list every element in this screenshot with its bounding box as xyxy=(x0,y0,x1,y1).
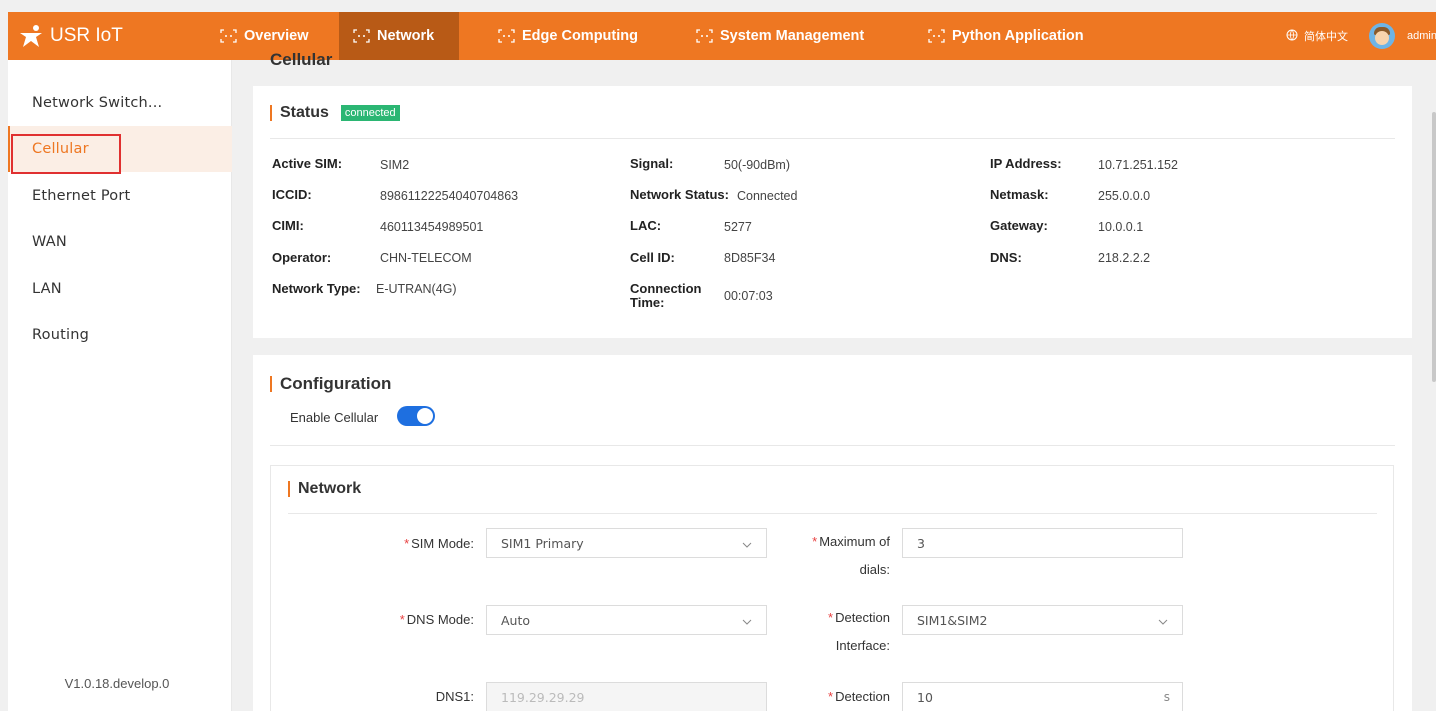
status-value: 10.71.251.152 xyxy=(1098,158,1178,172)
max-dials-label: * Maximum of dials: xyxy=(812,534,890,577)
nav-network[interactable]: Network xyxy=(339,12,459,60)
configuration-title: Configuration xyxy=(280,374,392,393)
chevron-down-icon xyxy=(742,538,752,553)
status-value: 50(-90dBm) xyxy=(724,158,790,172)
usr-logo-icon xyxy=(18,24,44,48)
nav-edge-computing[interactable]: Edge Computing xyxy=(498,12,638,60)
detection-interface-select[interactable]: SIM1&SIM2 xyxy=(902,605,1183,635)
username[interactable]: admin xyxy=(1407,12,1436,60)
sim-mode-select[interactable]: SIM1 Primary xyxy=(486,528,767,558)
nav-network-label: Network xyxy=(377,28,435,44)
enable-cellular-toggle[interactable] xyxy=(397,406,435,426)
dns1-value: 119.29.29.29 xyxy=(501,689,585,705)
nav-python-application[interactable]: Python Application xyxy=(928,12,1084,60)
page-title: Cellular xyxy=(270,50,333,69)
nav-overview-label: Overview xyxy=(244,28,309,44)
network-title: Network xyxy=(298,480,362,497)
status-value: SIM2 xyxy=(380,158,410,172)
dns1-input[interactable]: 119.29.29.29 xyxy=(486,682,767,711)
status-label: ICCID: xyxy=(272,187,312,202)
status-value: 00:07:03 xyxy=(724,289,773,303)
detection-interface-label: * Detection Interface: xyxy=(828,610,890,653)
status-value: CHN-TELECOM xyxy=(380,251,472,265)
brand-logo[interactable]: USR IoT xyxy=(18,12,123,60)
brand-name: USR IoT xyxy=(50,25,123,46)
status-label: Operator: xyxy=(272,250,332,265)
configuration-section-title: Configuration xyxy=(270,374,391,394)
enable-cellular-label: Enable Cellular xyxy=(290,410,379,425)
nav-icon xyxy=(498,29,515,43)
dns1-label: DNS1: xyxy=(435,689,474,704)
chevron-down-icon xyxy=(1158,615,1168,630)
detection-unit: s xyxy=(1163,690,1170,704)
avatar[interactable] xyxy=(1369,23,1395,49)
status-value: 218.2.2.2 xyxy=(1098,251,1151,265)
nav-icon xyxy=(220,29,237,43)
status-value: 5277 xyxy=(724,220,752,234)
nav-system-management-label: System Management xyxy=(720,28,865,44)
nav-system-management[interactable]: System Management xyxy=(696,12,864,60)
status-label: Connection Time: xyxy=(630,281,702,310)
status-card xyxy=(253,86,1412,338)
nav-icon xyxy=(353,29,370,43)
status-value: 8D85F34 xyxy=(724,251,776,265)
status-label: DNS: xyxy=(990,250,1022,265)
nav-icon xyxy=(928,29,945,43)
status-badge: connected xyxy=(340,105,400,121)
nav-edge-computing-label: Edge Computing xyxy=(522,28,638,44)
nav-python-application-label: Python Application xyxy=(952,28,1084,44)
status-label: Network Type: xyxy=(272,281,361,296)
status-label: Active SIM: xyxy=(272,156,343,171)
max-dials-input[interactable]: 3 xyxy=(902,528,1183,558)
top-nav-bar: USR IoT Overview Network Edge Computing … xyxy=(8,12,1436,60)
language-label: 简体中文 xyxy=(1304,31,1348,43)
sidebar-item-lan[interactable]: LAN xyxy=(8,266,232,312)
sidebar: Network Switch... Cellular Ethernet Port… xyxy=(8,60,232,711)
language-switcher[interactable]: 简体中文 xyxy=(1286,12,1348,60)
dns-mode-select[interactable]: Auto xyxy=(486,605,767,635)
status-label: CIMI: xyxy=(272,218,304,233)
dns-mode-value: Auto xyxy=(501,612,531,628)
status-value: 10.0.0.1 xyxy=(1098,220,1144,234)
globe-icon xyxy=(1286,29,1298,44)
status-label: Cell ID: xyxy=(630,250,675,265)
status-label: LAC: xyxy=(630,218,662,233)
status-value: E-UTRAN(4G) xyxy=(376,282,457,296)
status-value: 460113454989501 xyxy=(380,220,484,234)
network-section-title: Network xyxy=(288,480,361,498)
status-label: Gateway: xyxy=(990,218,1048,233)
chevron-down-icon xyxy=(742,615,752,630)
detection-input[interactable]: 10 s xyxy=(902,682,1183,711)
dns-mode-label: * DNS Mode: xyxy=(399,612,474,627)
detection-interface-value: SIM1&SIM2 xyxy=(917,612,988,628)
status-title: Status xyxy=(280,104,329,121)
detection-label: * Detection xyxy=(828,689,890,704)
status-label: IP Address: xyxy=(990,156,1062,171)
version-label: V1.0.18.develop.0 xyxy=(64,676,170,691)
network-panel xyxy=(270,465,1394,711)
sidebar-item-routing[interactable]: Routing xyxy=(8,312,232,358)
max-dials-value: 3 xyxy=(917,535,925,551)
sidebar-item-ethernet-port[interactable]: Ethernet Port xyxy=(8,173,232,219)
nav-icon xyxy=(696,29,713,43)
status-section-title: Status connected xyxy=(270,104,400,122)
status-label: Signal: xyxy=(630,156,674,171)
detection-value: 10 xyxy=(917,689,933,705)
status-label: Network Status: xyxy=(630,187,729,202)
sidebar-item-cellular[interactable]: Cellular xyxy=(8,126,232,172)
sim-mode-label: * SIM Mode: xyxy=(404,536,474,551)
status-label: Netmask: xyxy=(990,187,1049,202)
status-value: 89861122254040704863 xyxy=(380,189,519,203)
status-value: Connected xyxy=(737,189,798,203)
sidebar-item-network-switch[interactable]: Network Switch... xyxy=(8,80,232,126)
status-value: 255.0.0.0 xyxy=(1098,189,1151,203)
sim-mode-value: SIM1 Primary xyxy=(501,535,584,551)
scrollbar-thumb[interactable] xyxy=(1432,112,1436,382)
sidebar-item-wan[interactable]: WAN xyxy=(8,219,232,265)
